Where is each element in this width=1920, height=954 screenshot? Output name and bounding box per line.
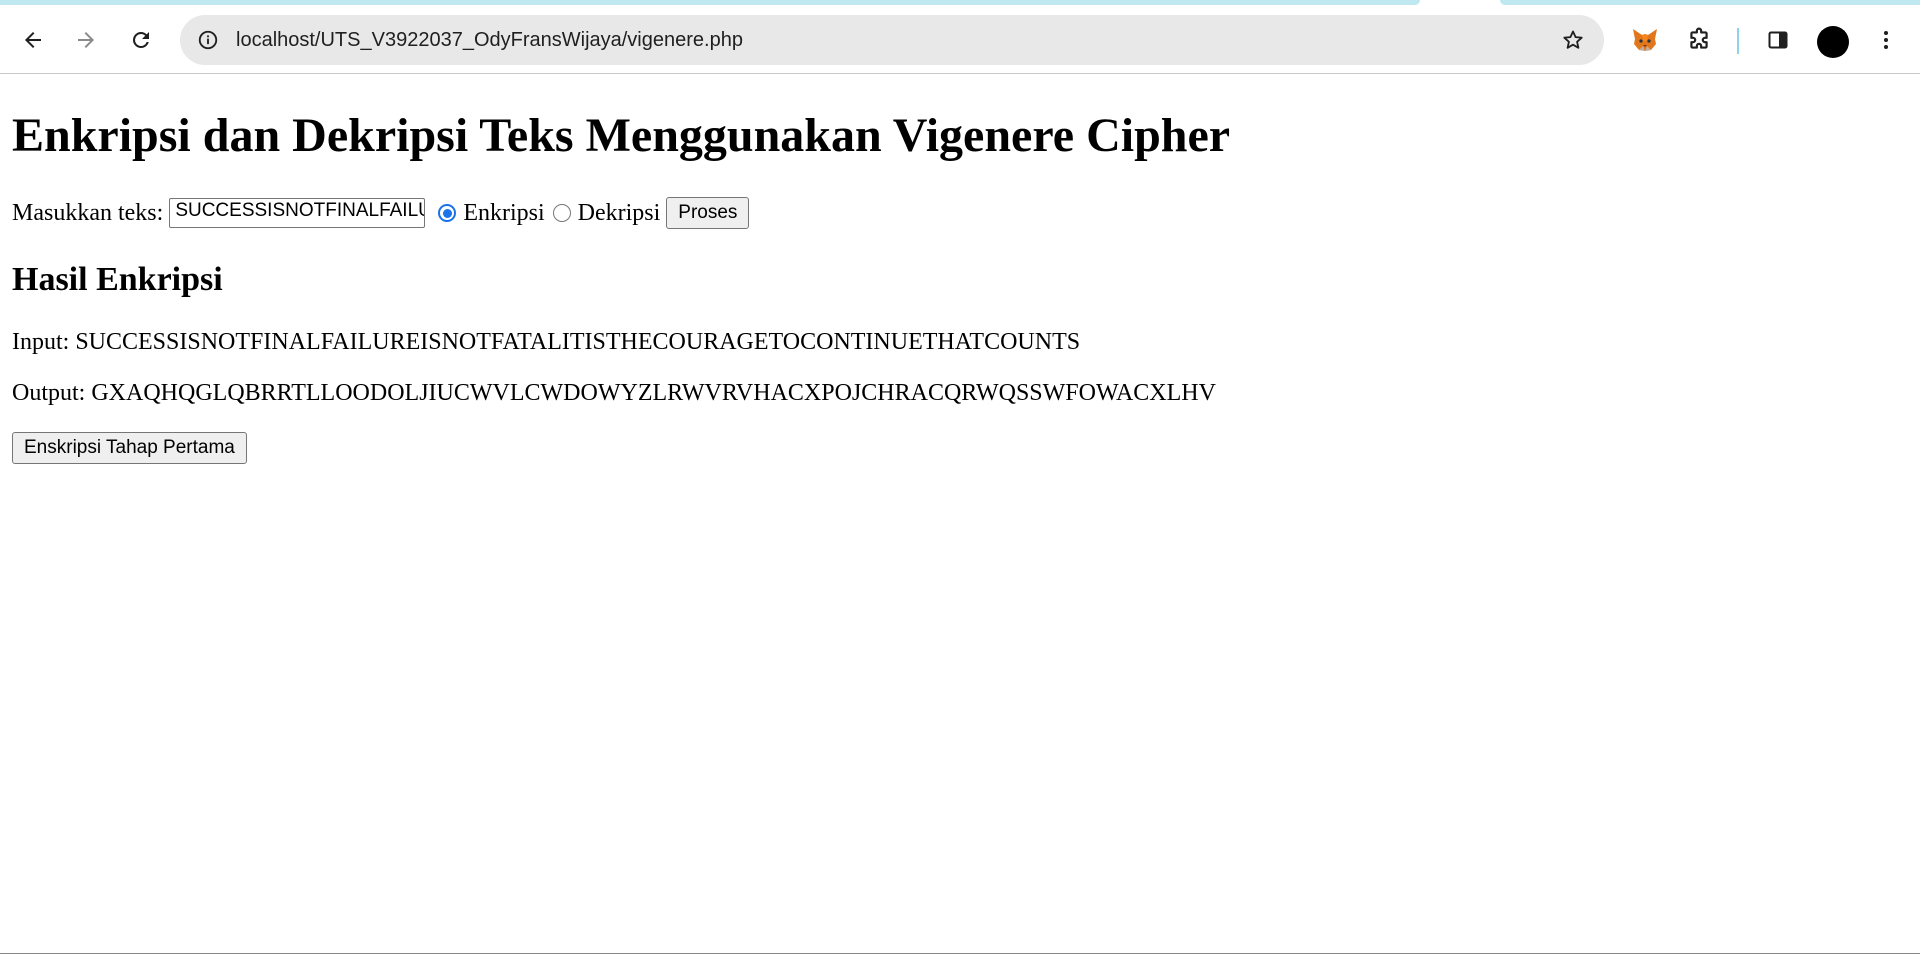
process-button[interactable]: Proses xyxy=(666,197,750,229)
back-button[interactable] xyxy=(13,20,53,60)
url-text[interactable]: localhost/UTS_V3922037_OdyFransWijaya/vi… xyxy=(236,15,743,65)
toolbar-separator xyxy=(1737,28,1739,54)
browser-toolbar: localhost/UTS_V3922037_OdyFransWijaya/vi… xyxy=(0,6,1920,74)
result-output-line: Output: GXAQHQGLQBRRTLLOODOLJIUCWVLCWDOW… xyxy=(12,380,1216,406)
inactive-tab-edge xyxy=(1500,0,1920,5)
radio-encrypt-label[interactable]: Enkripsi xyxy=(463,200,544,227)
active-tab-edge xyxy=(0,0,1420,5)
star-icon[interactable] xyxy=(1558,25,1588,55)
reload-button[interactable] xyxy=(121,20,161,60)
radio-encrypt[interactable] xyxy=(438,204,457,222)
page-title: Enkripsi dan Dekripsi Teks Menggunakan V… xyxy=(12,109,1231,162)
kebab-menu-icon[interactable] xyxy=(1866,20,1906,60)
radio-decrypt-label[interactable]: Dekripsi xyxy=(578,200,661,227)
radio-decrypt[interactable] xyxy=(552,204,571,222)
first-stage-encrypt-button[interactable]: Enskripsi Tahap Pertama xyxy=(12,432,247,464)
metamask-fox-icon[interactable] xyxy=(1625,20,1665,60)
text-input[interactable]: SUCCESSISNOTFINALFAILUREISNOTFATALITISTH… xyxy=(169,198,426,228)
profile-avatar[interactable] xyxy=(1817,26,1849,58)
info-icon[interactable] xyxy=(192,24,224,56)
result-heading: Hasil Enkripsi xyxy=(12,261,223,298)
input-label: Masukkan teks: xyxy=(12,199,164,226)
forward-button[interactable] xyxy=(66,20,106,60)
arrow-left-icon xyxy=(25,32,41,48)
address-bar[interactable]: localhost/UTS_V3922037_OdyFransWijaya/vi… xyxy=(180,15,1604,65)
cipher-form: Masukkan teks: SUCCESSISNOTFINALFAILUREI… xyxy=(12,195,750,231)
puzzle-icon[interactable] xyxy=(1679,20,1719,60)
arrow-right-icon xyxy=(78,32,94,48)
reload-icon xyxy=(133,31,149,48)
side-panel-icon[interactable] xyxy=(1758,20,1798,60)
result-input-line: Input: SUCCESSISNOTFINALFAILUREISNOTFATA… xyxy=(12,329,1081,355)
